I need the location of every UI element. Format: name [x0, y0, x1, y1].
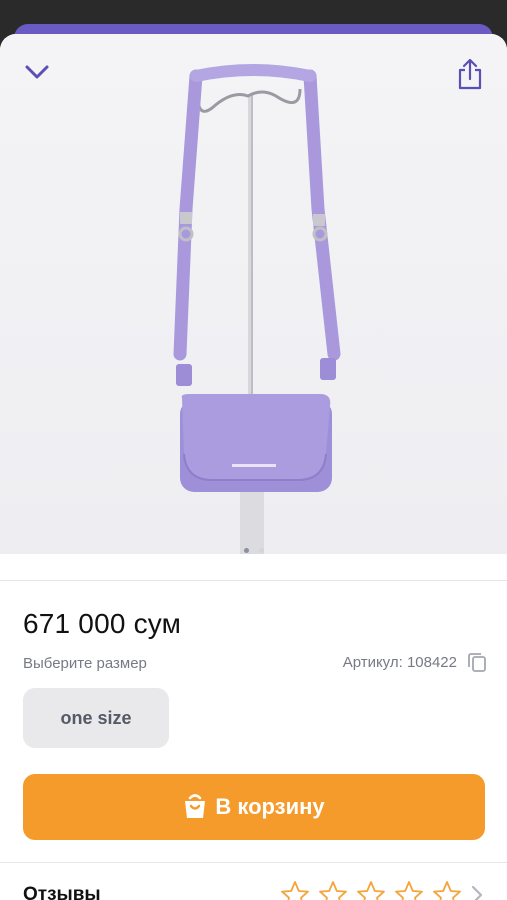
product-gallery[interactable]: [0, 34, 507, 554]
gallery-pager: [0, 548, 507, 558]
copy-icon[interactable]: [467, 651, 487, 673]
star-icon: [356, 880, 386, 900]
pager-dot[interactable]: [243, 548, 249, 553]
pager-dot[interactable]: [258, 548, 264, 553]
add-to-cart-button[interactable]: В корзину: [23, 774, 485, 840]
divider: [0, 580, 507, 581]
product-sheet: 671 000 сум Выберите размер Артикул: 108…: [0, 34, 507, 900]
star-icon: [432, 880, 462, 900]
chevron-down-icon: [25, 65, 49, 79]
star-icon: [280, 880, 310, 900]
article-text: Артикул: 108422: [342, 653, 457, 671]
reviews-title[interactable]: Отзывы: [23, 884, 101, 900]
star-icon: [318, 880, 348, 900]
rating-stars: [280, 880, 462, 900]
star-icon: [394, 880, 424, 900]
share-button[interactable]: [454, 56, 486, 92]
size-prompt: Выберите размер: [23, 655, 147, 672]
share-icon: [458, 58, 482, 90]
chevron-right-icon[interactable]: [470, 884, 484, 900]
shopping-bag-icon: [185, 794, 206, 818]
add-to-cart-label: В корзину: [215, 794, 325, 819]
collapse-button[interactable]: [22, 58, 52, 86]
article-number: Артикул: 108422: [343, 651, 487, 673]
product-price: 671 000 сум: [23, 608, 182, 639]
product-image: [173, 64, 341, 554]
size-option-one-size[interactable]: one size: [23, 688, 169, 748]
divider: [0, 862, 507, 863]
